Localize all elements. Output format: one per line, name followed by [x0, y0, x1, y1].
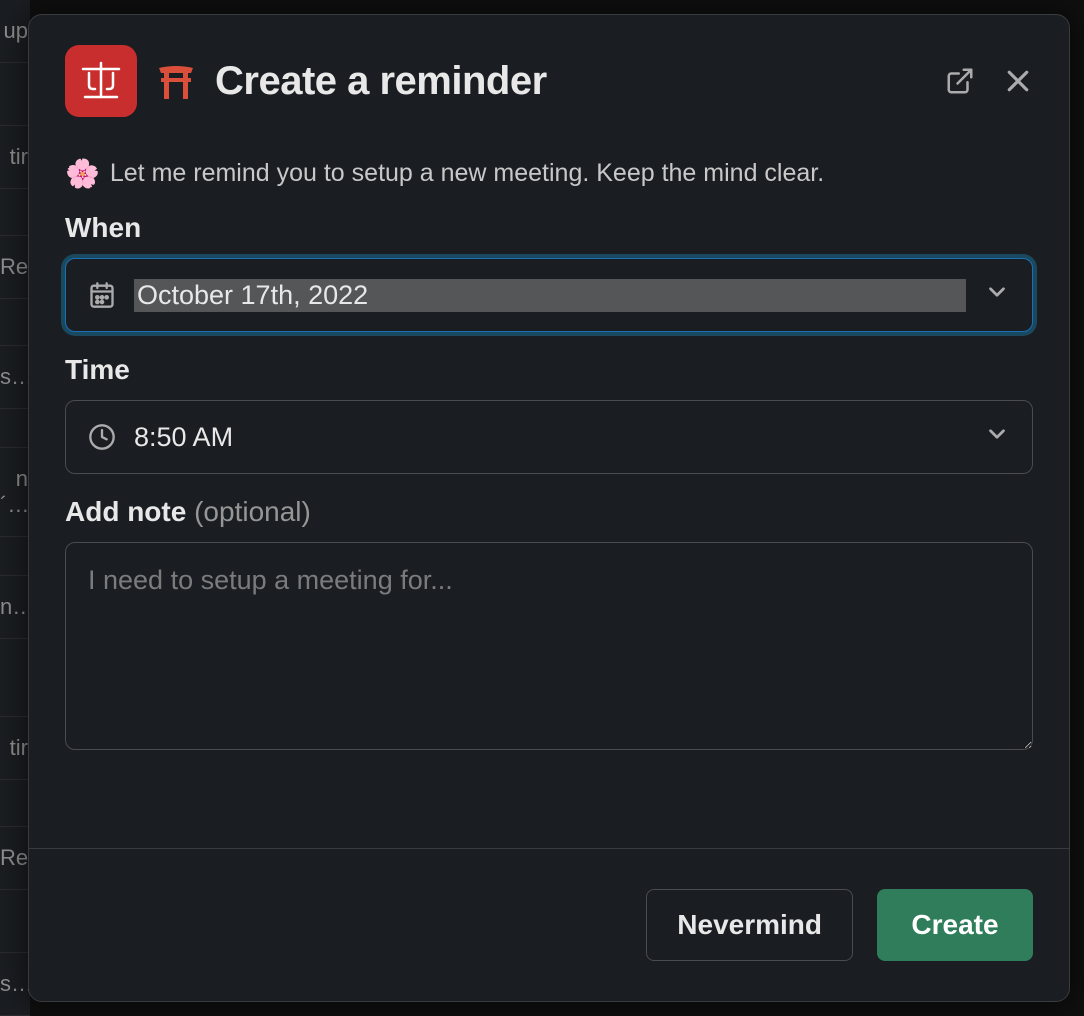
calendar-icon — [88, 281, 116, 309]
time-value: 8:50 AM — [134, 422, 966, 453]
bg-text: tir — [0, 717, 30, 780]
note-optional-text: (optional) — [194, 496, 311, 527]
bg-text — [0, 63, 30, 126]
reminder-modal: Create a reminder 🌸 Let me remind you to… — [28, 14, 1070, 1002]
modal-body: 🌸 Let me remind you to setup a new meeti… — [29, 137, 1069, 848]
torii-gate-icon — [155, 60, 197, 102]
bg-text — [0, 780, 30, 827]
flower-emoji-icon: 🌸 — [65, 157, 100, 190]
background-sidebar: up tir Re s… n´… n… tir Re s… — [0, 0, 30, 1016]
app-icon — [65, 45, 137, 117]
bg-text — [0, 299, 30, 346]
when-value: October 17th, 2022 — [134, 279, 966, 312]
bg-text: tir — [0, 126, 30, 189]
when-field-group: When October 17th, 2022 — [65, 212, 1033, 332]
note-label: Add note (optional) — [65, 496, 1033, 528]
header-actions — [945, 66, 1033, 96]
close-button[interactable] — [1003, 66, 1033, 96]
bg-text: s… — [0, 953, 30, 1016]
chevron-down-icon — [984, 421, 1010, 454]
bg-text: Re — [0, 827, 30, 890]
modal-header: Create a reminder — [29, 15, 1069, 137]
bg-text: n´… — [0, 448, 30, 537]
bg-text: Re — [0, 236, 30, 299]
external-link-button[interactable] — [945, 66, 975, 96]
modal-description: 🌸 Let me remind you to setup a new meeti… — [65, 157, 1033, 190]
time-field-group: Time 8:50 AM — [65, 354, 1033, 474]
note-label-text: Add note — [65, 496, 186, 527]
bg-text — [0, 639, 30, 717]
chevron-down-icon — [984, 279, 1010, 312]
bg-text — [0, 409, 30, 448]
bg-text: up — [0, 0, 30, 63]
nevermind-button[interactable]: Nevermind — [646, 889, 853, 961]
create-button[interactable]: Create — [877, 889, 1033, 961]
time-picker[interactable]: 8:50 AM — [65, 400, 1033, 474]
description-text: Let me remind you to setup a new meeting… — [110, 159, 824, 188]
time-label: Time — [65, 354, 1033, 386]
modal-title: Create a reminder — [215, 59, 927, 104]
bg-text: n… — [0, 576, 30, 639]
note-textarea[interactable] — [65, 542, 1033, 750]
bg-text — [0, 537, 30, 576]
note-field-group: Add note (optional) — [65, 496, 1033, 750]
bg-text: s… — [0, 346, 30, 409]
bg-text — [0, 189, 30, 236]
bg-text — [0, 890, 30, 953]
when-label: When — [65, 212, 1033, 244]
clock-icon — [88, 423, 116, 451]
when-date-picker[interactable]: October 17th, 2022 — [65, 258, 1033, 332]
modal-footer: Nevermind Create — [29, 848, 1069, 1001]
